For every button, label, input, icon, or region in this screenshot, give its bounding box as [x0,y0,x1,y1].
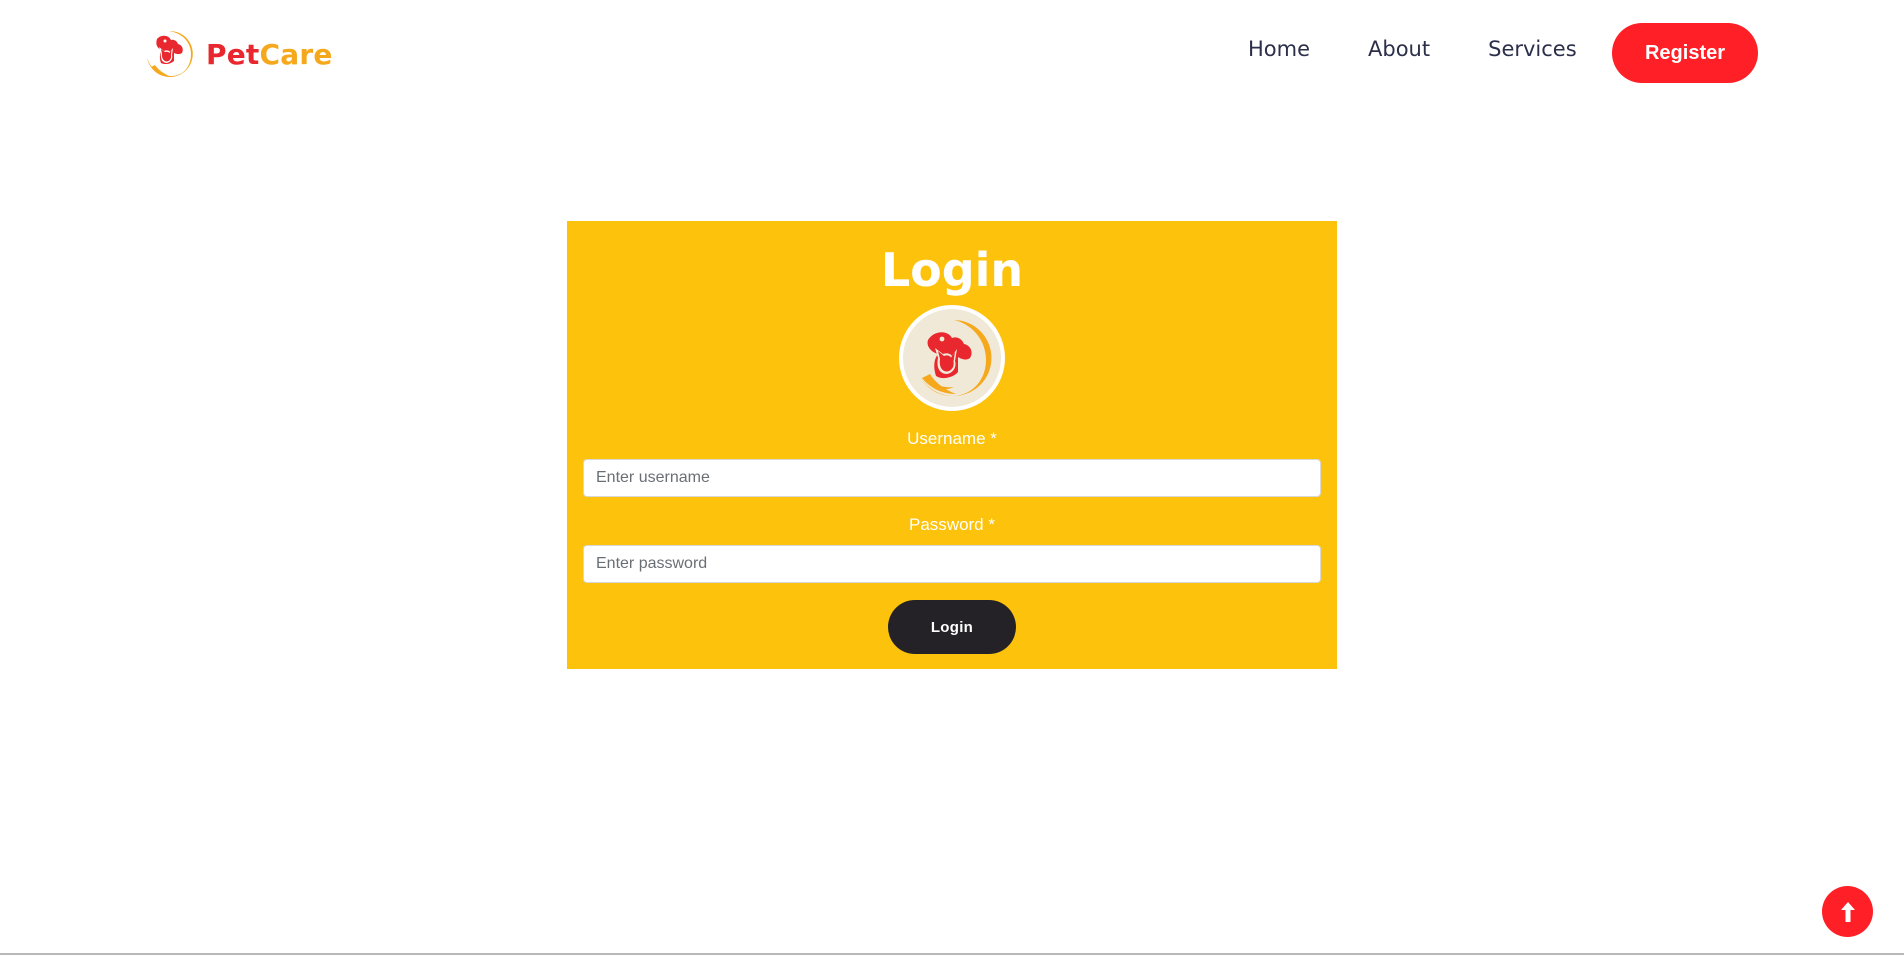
site-header: PetCare Home About Services Register [0,0,1904,106]
brand-name-part-pet: Pet [206,37,260,71]
login-title: Login [880,243,1024,297]
pet-hand-logo-icon [920,320,992,396]
brand-name-part-care: Care [259,37,333,71]
arrow-up-icon [1840,901,1855,922]
register-button[interactable]: Register [1612,23,1758,83]
scroll-to-top-button[interactable] [1822,886,1873,937]
pet-hand-logo-icon [147,30,193,77]
password-label: Password * [909,515,995,534]
nav-item-home[interactable]: Home [1248,34,1310,64]
login-button[interactable]: Login [888,600,1016,654]
login-logo [899,305,1005,411]
nav-item-about[interactable]: About [1368,34,1430,64]
brand-home-link[interactable]: PetCare [143,27,333,81]
password-input[interactable] [583,545,1321,583]
main-nav: Home About Services [1248,34,1577,64]
nav-item-services[interactable]: Services [1488,34,1577,64]
brand-name: PetCare [206,38,333,71]
username-label: Username * [907,429,997,448]
login-card: Login Username * Password * Login [567,221,1337,669]
username-input[interactable] [583,459,1321,497]
